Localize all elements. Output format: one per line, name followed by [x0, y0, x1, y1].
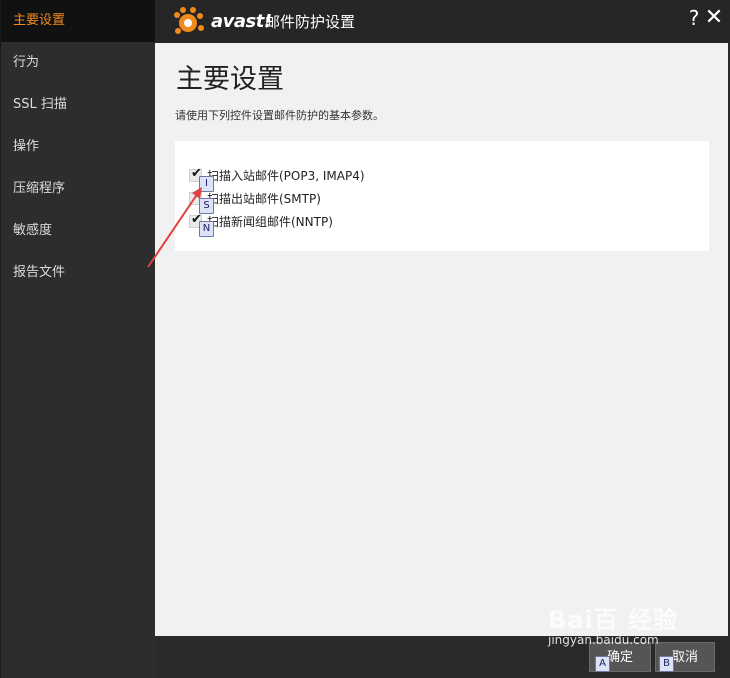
option-label: 扫描入站邮件(POP3, IMAP4)	[207, 169, 365, 183]
annotation-arrow	[147, 187, 202, 268]
page-title: 主要设置	[176, 64, 284, 95]
sidebar-item-ssl-scan[interactable]: SSL 扫描	[1, 84, 155, 126]
help-button[interactable]: ?	[683, 4, 705, 32]
main-content: 主要设置 请使用下列控件设置邮件防护的基本参数。 ✔ 扫描入站邮件(POP3, …	[155, 43, 728, 636]
sidebar-item-main-settings[interactable]: 主要设置	[1, 0, 155, 42]
sidebar: 主要设置 行为 SSL 扫描 操作 压缩程序 敏感度 报告文件	[0, 0, 155, 678]
sidebar-item-sensitivity[interactable]: 敏感度	[1, 210, 155, 252]
title-bar: avast! 邮件防护设置 ? ✕	[155, 0, 730, 43]
watermark-url: jingyan.baidu.com	[548, 633, 659, 647]
page-description: 请使用下列控件设置邮件防护的基本参数。	[175, 109, 384, 122]
option-label: 扫描新闻组邮件(NNTP)	[207, 215, 333, 229]
sidebar-item-packers[interactable]: 压缩程序	[1, 168, 155, 210]
avast-logo-icon	[174, 7, 204, 34]
close-button[interactable]: ✕	[703, 4, 725, 32]
options-panel: ✔ 扫描入站邮件(POP3, IMAP4) 扫描出站邮件(SMTP) ✔ 扫描新…	[175, 141, 709, 251]
logo-text: avast!	[211, 11, 272, 32]
window-title: 邮件防护设置	[265, 13, 356, 31]
shortcut-key-badge: B	[659, 656, 674, 672]
option-label: 扫描出站邮件(SMTP)	[207, 192, 321, 206]
sidebar-item-actions[interactable]: 操作	[1, 126, 155, 168]
shortcut-key-badge: A	[595, 656, 610, 672]
sidebar-item-behavior[interactable]: 行为	[1, 42, 155, 84]
watermark-logo: Bai百 经验	[548, 606, 679, 634]
watermark: Bai百 经验 jingyan.baidu.com	[548, 600, 678, 647]
sidebar-item-report-file[interactable]: 报告文件	[1, 252, 155, 294]
avast-logo: avast!	[171, 6, 272, 38]
